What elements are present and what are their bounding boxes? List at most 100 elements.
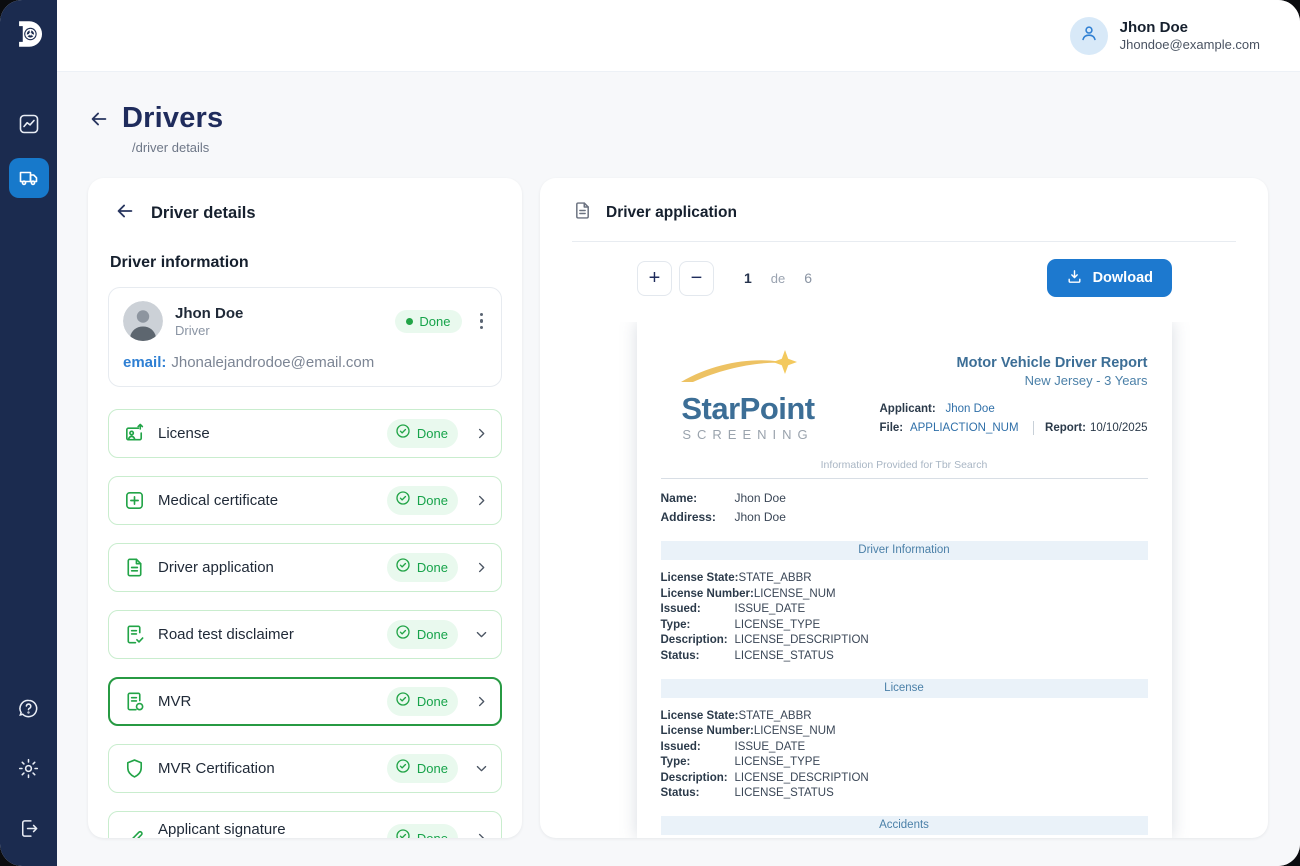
doc-section: Driver Information License State: STATE_… — [661, 541, 1148, 662]
logout-icon — [17, 817, 40, 840]
report-date-label: Report: — [1045, 422, 1086, 434]
settings-gear-icon — [17, 757, 40, 780]
doc-section: Accidents — [661, 816, 1148, 835]
sidebar-item-logout[interactable] — [9, 808, 49, 848]
checklist-item-icon — [122, 489, 146, 513]
checklist-item[interactable]: License Done — [108, 409, 502, 458]
current-page: 1 — [744, 270, 752, 286]
check-circle-icon — [395, 624, 411, 645]
panel-back-button[interactable] — [114, 200, 136, 227]
checklist-item[interactable]: Driver application Done — [108, 543, 502, 592]
done-badge: Done — [387, 419, 458, 448]
person-info: Name: Jhon Doe Addiress: Jhon Doe — [661, 491, 1148, 524]
download-icon — [1066, 268, 1083, 288]
checklist-item-label: Medical certificate — [158, 492, 387, 509]
field-row: License Number: LICENSE_NUM — [661, 588, 1148, 600]
driver-summary-card: Jhon Doe Driver Done email:Jhonalejandro… — [108, 287, 502, 387]
sidebar — [0, 0, 57, 866]
checklist-item[interactable]: Medical certificate Done — [108, 476, 502, 525]
checklist-item-label: Driver application — [158, 559, 387, 576]
app-window: Jhon Doe Jhondoe@example.com Drivers /dr… — [0, 0, 1300, 866]
checklist-item-label: MVR — [158, 693, 387, 710]
chevron-icon — [473, 694, 489, 709]
field-row: Status: LICENSE_STATUS — [661, 787, 1148, 799]
chevron-icon — [473, 560, 489, 575]
zoom-out-button[interactable]: − — [679, 261, 714, 296]
report-region: New Jersey - 3 Years — [880, 373, 1148, 388]
app-logo-icon — [11, 16, 47, 52]
sidebar-bottom — [9, 688, 49, 848]
field-row: Issued: ISSUE_DATE — [661, 741, 1148, 753]
page-back-button[interactable] — [88, 108, 110, 135]
sidebar-item-help[interactable] — [9, 688, 49, 728]
check-circle-icon — [395, 557, 411, 578]
checklist-item-label: Road test disclaimer — [158, 626, 387, 643]
zoom-in-button[interactable]: + — [637, 261, 672, 296]
user-name: Jhon Doe — [1120, 19, 1260, 36]
user-avatar — [1070, 17, 1108, 55]
help-icon — [17, 697, 40, 720]
done-badge: Done — [387, 754, 458, 783]
field-row: Type: LICENSE_TYPE — [661, 619, 1148, 631]
checklist-item-label: Applicant signature — [158, 821, 387, 838]
checklist-item[interactable]: Applicant signature Content Done — [108, 811, 502, 838]
chevron-icon — [473, 831, 489, 839]
starpoint-logo: StarPoint SCREENING — [661, 342, 836, 442]
download-button[interactable]: Dowload — [1047, 259, 1172, 297]
doc-disclaimer: Information Provided for Tbr Search — [661, 459, 1148, 471]
document-checklist: License Done — [108, 409, 502, 838]
check-circle-icon — [395, 758, 411, 779]
viewer-title: Driver application — [606, 204, 737, 222]
sidebar-item-settings[interactable] — [9, 748, 49, 788]
check-circle-icon — [395, 490, 411, 511]
chevron-icon — [473, 627, 489, 642]
section-title-bar: License — [661, 679, 1148, 698]
analytics-icon — [17, 112, 41, 136]
section-title-bar: Driver Information — [661, 541, 1148, 560]
sidebar-item-drivers[interactable] — [9, 158, 49, 198]
person-row: Name: Jhon Doe — [661, 491, 1148, 505]
star-swoosh-icon — [661, 348, 836, 393]
applicant-value: Jhon Doe — [946, 403, 995, 415]
breadcrumb: /driver details — [132, 140, 1268, 155]
done-badge: Done — [387, 486, 458, 515]
checklist-item-icon — [122, 826, 146, 838]
checklist-item-icon — [122, 690, 146, 714]
driver-card-menu-button[interactable] — [476, 309, 488, 334]
user-email: Jhondoe@example.com — [1120, 37, 1260, 52]
total-pages: 6 — [804, 270, 812, 286]
check-circle-icon — [395, 691, 411, 712]
driver-name: Jhon Doe — [175, 305, 395, 322]
status-dot-icon — [406, 318, 413, 325]
checklist-item[interactable]: MVR Done — [108, 677, 502, 726]
email-value: Jhonalejandrodoe@email.com — [171, 354, 374, 371]
applicant-label: Applicant: — [880, 403, 946, 415]
checklist-item[interactable]: Road test disclaimer Done — [108, 610, 502, 659]
field-row: Status: LICENSE_STATUS — [661, 650, 1148, 662]
report-date-value: 10/10/2025 — [1090, 422, 1148, 434]
chevron-icon — [473, 426, 489, 441]
document-icon — [572, 200, 593, 226]
document-page: StarPoint SCREENING Motor Vehicle Driver… — [637, 322, 1172, 838]
field-row: License Number: LICENSE_NUM — [661, 725, 1148, 737]
email-label: email: — [123, 354, 166, 371]
checklist-item-icon — [122, 556, 146, 580]
sidebar-item-analytics[interactable] — [9, 104, 49, 144]
page-indicator: 1 de 6 — [744, 270, 812, 286]
checklist-item-icon — [122, 757, 146, 781]
file-label: File: — [880, 422, 910, 434]
checklist-item-label: MVR Certification — [158, 760, 387, 777]
checklist-item[interactable]: MVR Certification Done — [108, 744, 502, 793]
checklist-item-label: License — [158, 425, 387, 442]
driver-role: Driver — [175, 323, 395, 338]
viewer-toolbar: + − 1 de 6 Dowload — [540, 242, 1268, 297]
check-circle-icon — [395, 423, 411, 444]
field-row: Description: LICENSE_DESCRIPTION — [661, 634, 1148, 646]
panel-title: Driver details — [151, 204, 256, 223]
field-row: License State: STATE_ABBR — [661, 572, 1148, 584]
report-title: Motor Vehicle Driver Report — [880, 355, 1148, 371]
done-badge: Done — [387, 620, 458, 649]
top-bar: Jhon Doe Jhondoe@example.com — [57, 0, 1300, 72]
user-menu[interactable]: Jhon Doe Jhondoe@example.com — [1070, 17, 1260, 55]
driver-information-heading: Driver information — [110, 254, 502, 272]
